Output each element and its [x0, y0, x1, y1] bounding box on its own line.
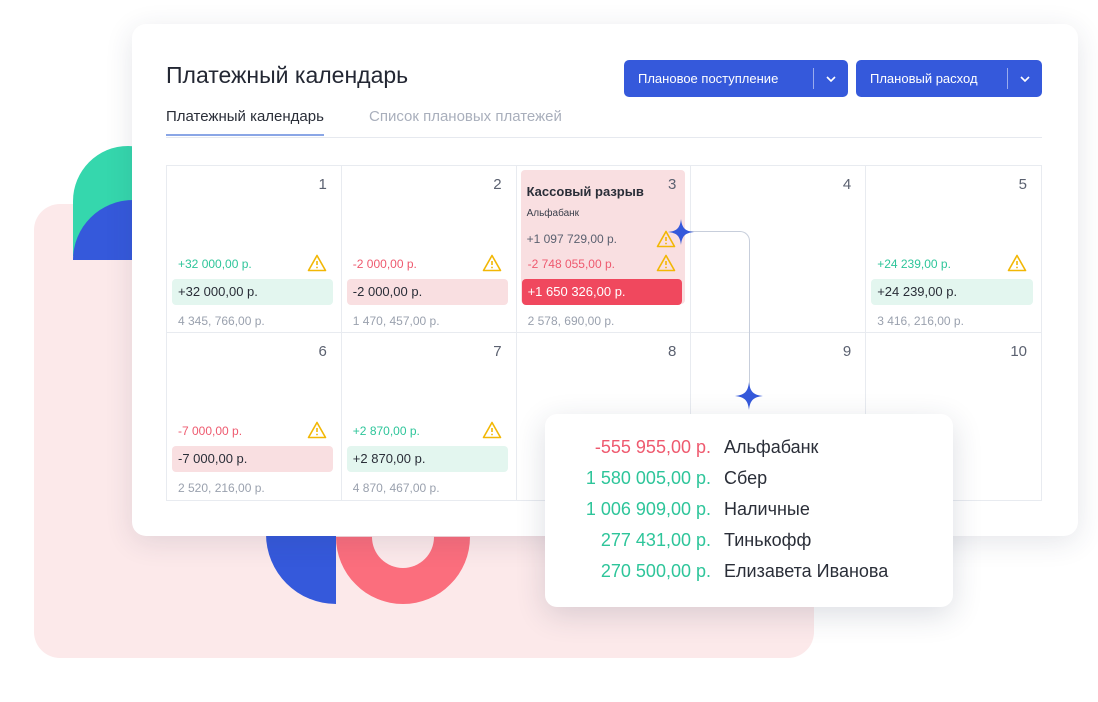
balance-breakdown-tooltip: -555 955,00 р. Альфабанк 1 580 005,00 р.…: [545, 414, 953, 607]
day-balance: 2 578, 690,00 р.: [527, 314, 615, 328]
day-delta: -2 748 055,00 р.: [527, 257, 615, 271]
breakdown-amount: 277 431,00 р.: [600, 530, 711, 550]
planned-expense-button[interactable]: Плановый расход: [856, 60, 1042, 97]
calendar-day-cell[interactable]: 7 +2 870,00 р. +2 870,00 р. 4 870, 467,0…: [342, 333, 517, 500]
planned-income-button[interactable]: Плановое поступление: [624, 60, 848, 97]
tab-bar: Платежный календарь Список плановых плат…: [166, 106, 1042, 138]
day-total-pill: -2 000,00 р.: [346, 279, 508, 305]
breakdown-amount: 1 006 909,00 р.: [585, 499, 711, 519]
day-delta: +24 239,00 р.: [877, 257, 951, 271]
tab-planned-payments-list[interactable]: Список плановых платежей: [369, 108, 562, 134]
day-income: +1 097 729,00 р.: [526, 232, 618, 246]
chevron-down-icon[interactable]: [814, 75, 848, 82]
breakdown-row: -555 955,00 р. Альфабанк: [545, 432, 953, 463]
calendar-day-cell[interactable]: 6 -7 000,00 р. -7 000,00 р. 2 520, 216,0…: [167, 333, 342, 500]
calendar-day-cell-cash-gap[interactable]: 3 Кассовый разрыв Альфабанк +1 097 729,0…: [516, 166, 692, 333]
day-number: 3: [668, 176, 677, 193]
day-total-pill: -7 000,00 р.: [172, 446, 333, 472]
cash-gap-bank: Альфабанк: [526, 208, 580, 219]
day-total-pill: +32 000,00 р.: [172, 279, 333, 305]
day-balance: 2 520, 216,00 р.: [178, 481, 265, 495]
breakdown-row: 277 431,00 р. Тинькофф: [545, 525, 953, 556]
day-delta: -7 000,00 р.: [178, 424, 243, 438]
day-number: 7: [493, 343, 502, 360]
breakdown-account: Тинькофф: [724, 530, 812, 550]
day-number: 2: [493, 176, 502, 193]
day-total-pill: +24 239,00 р.: [871, 279, 1033, 305]
breakdown-amount: 270 500,00 р.: [600, 561, 711, 581]
day-total-pill: +2 870,00 р.: [346, 446, 508, 472]
chevron-down-icon[interactable]: [1008, 75, 1042, 82]
calendar-day-cell[interactable]: 2 -2 000,00 р. -2 000,00 р. 1 470, 457,0…: [341, 166, 517, 333]
day-number: 10: [1010, 343, 1027, 360]
planned-income-label: Плановое поступление: [638, 71, 779, 86]
day-balance: 1 470, 457,00 р.: [352, 314, 440, 328]
breakdown-amount: 1 580 005,00 р.: [585, 468, 711, 488]
day-number: 5: [1018, 176, 1027, 193]
calendar-day-cell[interactable]: 1 +32 000,00 р. +32 000,00 р. 4 345, 766…: [167, 166, 342, 333]
warning-icon: [657, 254, 676, 272]
day-balance: 4 870, 467,00 р.: [352, 481, 440, 495]
day-number: 9: [842, 343, 852, 360]
breakdown-account: Елизавета Иванова: [724, 561, 889, 581]
day-number: 6: [318, 343, 327, 360]
calendar-day-cell[interactable]: 5 +24 239,00 р. +24 239,00 р. 3 416, 216…: [866, 166, 1041, 333]
breakdown-row: 1 580 005,00 р. Сбер: [545, 463, 953, 494]
warning-icon: [1007, 254, 1027, 272]
day-total-pill: +1 650 326,00 р.: [521, 279, 683, 305]
sparkle-icon: [668, 219, 694, 245]
sparkle-icon: [735, 382, 763, 410]
breakdown-account: Наличные: [724, 499, 810, 519]
page-title: Платежный календарь: [166, 62, 409, 88]
warning-icon: [307, 421, 327, 439]
breakdown-row: 270 500,00 р. Елизавета Иванова: [545, 556, 953, 587]
cash-gap-title: Кассовый разрыв: [526, 184, 644, 199]
day-number: 1: [318, 176, 327, 193]
day-number: 8: [668, 343, 677, 360]
day-delta: +32 000,00 р.: [178, 257, 252, 271]
breakdown-amount: -555 955,00 р.: [594, 437, 711, 457]
day-balance: 3 416, 216,00 р.: [877, 314, 964, 328]
breakdown-account: Сбер: [724, 468, 768, 488]
warning-icon: [482, 421, 501, 439]
warning-icon: [482, 254, 501, 272]
tooltip-connector-line: [680, 231, 750, 396]
day-balance: 4 345, 766,00 р.: [178, 314, 265, 328]
breakdown-account: Альфабанк: [724, 437, 819, 457]
warning-icon: [307, 254, 327, 272]
breakdown-row: 1 006 909,00 р. Наличные: [545, 494, 953, 525]
planned-expense-label: Плановый расход: [870, 71, 978, 86]
tab-payment-calendar[interactable]: Платежный календарь: [166, 108, 324, 136]
day-delta: +2 870,00 р.: [352, 424, 420, 438]
day-delta: -2 000,00 р.: [352, 257, 417, 271]
day-number: 4: [842, 176, 852, 193]
